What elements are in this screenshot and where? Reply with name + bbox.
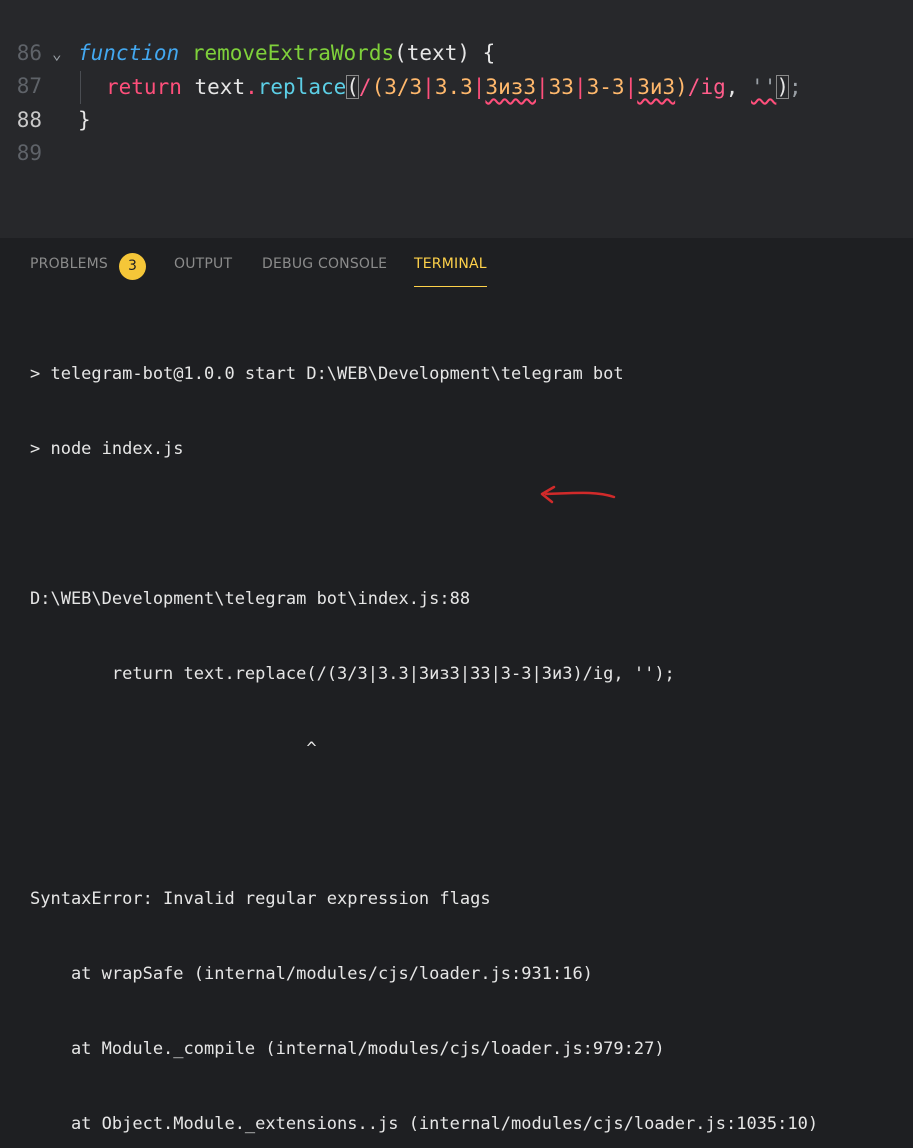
regex-part: 3/3 [384, 75, 423, 99]
terminal-line: return text.replace(/(3/3|3.3|3из3|33|3-… [30, 664, 675, 684]
fold-chevron-icon[interactable]: ⌄ [52, 37, 62, 70]
brace-close: } [78, 108, 91, 132]
terminal-line-error: SyntaxError: Invalid regular expression … [30, 889, 491, 909]
tab-debug-console[interactable]: DEBUG CONSOLE [262, 256, 387, 280]
terminal-line: at wrapSafe (internal/modules/cjs/loader… [30, 964, 593, 984]
regex-slash: / [358, 75, 372, 99]
paren-close: ) [457, 41, 470, 65]
method-replace: replace [257, 75, 347, 99]
code-line-89[interactable]: 89 } [0, 104, 913, 165]
code-text: function removeExtraWords(text) { [78, 37, 495, 70]
regex-alternation: | [422, 75, 435, 99]
comma: , [725, 75, 752, 99]
regex-group-close: ) [675, 75, 688, 99]
problems-count-badge: 3 [119, 253, 146, 280]
paren-open: ( [394, 41, 407, 65]
regex-part: 33 [548, 75, 574, 99]
paren-open-matched: ( [346, 75, 359, 99]
code-line-88[interactable]: 88 return text.replace(/(3/3|3.3|3из3|33… [0, 71, 913, 132]
function-name: removeExtraWords [191, 41, 395, 65]
regex-alternation: | [536, 75, 549, 99]
code-line-86[interactable]: 86 [0, 4, 913, 65]
string-empty: '' [751, 75, 777, 99]
regex-part: 3-3 [586, 75, 625, 99]
regex-group-open: ( [371, 75, 385, 99]
regex-part: 3.3 [434, 75, 473, 99]
code-text: return text.replace(/(3/3|3.3|3из3|33|3-… [106, 71, 802, 104]
regex-part-spellcheck: 3из3 [485, 75, 536, 99]
line-number: 89 [16, 141, 42, 165]
terminal-line: at Module._compile (internal/modules/cjs… [30, 1039, 665, 1059]
tab-output[interactable]: OUTPUT [174, 256, 232, 280]
regex-alternation: | [624, 75, 638, 99]
terminal-line: at Object.Module._extensions..js (intern… [30, 1114, 819, 1134]
regex-part-spellcheck: 3и3 [637, 75, 676, 99]
brace-open: { [470, 41, 496, 65]
tab-terminal[interactable]: TERMINAL [414, 256, 487, 287]
regex-slash-end: / [687, 75, 701, 99]
regex-alternation: | [573, 75, 587, 99]
annotation-arrow-icon [540, 485, 616, 504]
terminal-line: ^ [30, 739, 317, 759]
terminal-line: D:\WEB\Development\telegram bot\index.js… [30, 589, 471, 609]
keyword-function: function [78, 41, 180, 65]
semicolon: ; [789, 75, 802, 99]
identifier-text: text [194, 75, 246, 99]
panel-tabs: PROBLEMS 3 OUTPUT DEBUG CONSOLE TERMINAL [0, 238, 913, 290]
param-name: text [406, 41, 458, 65]
terminal-line: > node index.js [30, 439, 184, 459]
terminal-line: > telegram-bot@1.0.0 start D:\WEB\Develo… [30, 364, 624, 384]
terminal-output[interactable]: > telegram-bot@1.0.0 start D:\WEB\Develo… [30, 312, 910, 1148]
paren-close-matched: ) [776, 75, 789, 99]
tab-problems[interactable]: PROBLEMS [30, 256, 108, 280]
code-line-87[interactable]: 87 ⌄ function removeExtraWords(text) { [0, 37, 913, 98]
bottom-panel: PROBLEMS 3 OUTPUT DEBUG CONSOLE TERMINAL… [0, 238, 913, 1134]
code-editor[interactable]: 86 87 ⌄ function removeExtraWords(text) … [0, 0, 913, 238]
dot-operator: . [245, 75, 258, 99]
regex-alternation: | [472, 75, 486, 99]
keyword-return: return [106, 75, 182, 99]
regex-flags: ig [700, 75, 726, 99]
